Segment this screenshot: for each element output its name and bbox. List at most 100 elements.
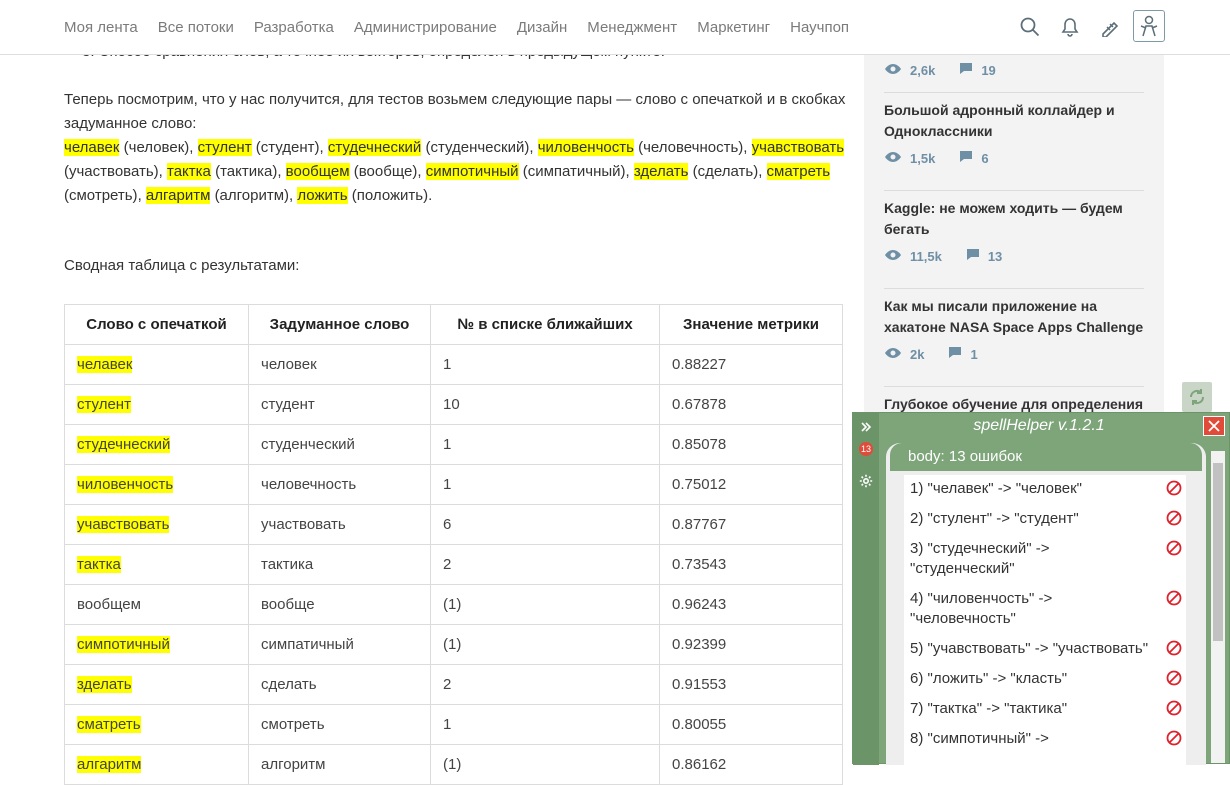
error-item[interactable]: 7) "тактка" -> "тактика": [904, 695, 1186, 725]
metric-cell: 0.92399: [659, 624, 843, 665]
error-text: 7) "тактка" -> "тактика": [910, 700, 1068, 717]
divider: [884, 190, 1144, 191]
typo-word: тактка: [77, 556, 121, 573]
eye-icon: [884, 151, 902, 166]
results-table: Слово с опечаткой Задуманное слово № в спи…: [64, 304, 843, 785]
nav-item[interactable]: Все потоки: [158, 19, 234, 36]
comments-group[interactable]: 19: [959, 62, 996, 78]
ignore-icon[interactable]: [1166, 540, 1182, 556]
ignore-icon[interactable]: [1166, 480, 1182, 496]
ignore-icon[interactable]: [1166, 700, 1182, 716]
post-meta: 2,6k 19: [884, 62, 1144, 78]
ignore-icon[interactable]: [1166, 640, 1182, 656]
typo-word: ложить: [297, 187, 348, 204]
typo-word: челавек: [64, 139, 120, 156]
user-icon[interactable]: [1133, 10, 1165, 42]
comments-group[interactable]: 13: [966, 248, 1002, 264]
comments-group[interactable]: 1: [948, 346, 978, 362]
nav-item[interactable]: Научпоп: [790, 19, 849, 36]
rank-cell: (1): [430, 744, 660, 785]
ignore-icon[interactable]: [1166, 510, 1182, 526]
typo-word: сматреть: [766, 163, 831, 180]
gear-icon[interactable]: [853, 467, 879, 495]
intended-cell: алгоритм: [248, 744, 431, 785]
comment-icon: [966, 248, 980, 264]
views-group: 2,6k: [884, 63, 935, 78]
pen-icon[interactable]: [1090, 10, 1130, 44]
post-title[interactable]: Большой адронный коллайдер и Одноклассни…: [884, 100, 1144, 142]
intended-cell: смотреть: [248, 704, 431, 745]
typo-cell: тактка: [64, 544, 249, 585]
sidebar-post[interactable]: Большой адронный коллайдер и Одноклассни…: [884, 100, 1144, 166]
error-text: 2) "стулент" -> "студент": [910, 510, 1079, 527]
nav-item[interactable]: Менеджмент: [587, 19, 677, 36]
rank-cell: 6: [430, 504, 660, 545]
scrollbar-thumb[interactable]: [1213, 463, 1223, 641]
refresh-icon[interactable]: [1182, 382, 1212, 412]
intended-word: (алгоритм): [214, 187, 290, 204]
table-row: студечнеский студенческий 1 0.85078: [64, 424, 843, 465]
views-group: 2k: [884, 347, 924, 362]
error-item[interactable]: 1) "челавек" -> "человек": [904, 475, 1186, 505]
typo-cell: чиловенчость: [64, 464, 249, 505]
metric-cell: 0.96243: [659, 584, 843, 625]
views-count: 2k: [910, 346, 925, 362]
article-body: 3. Способ сравнения слов, а точнее их ве…: [64, 40, 854, 208]
typo-word: вообщем: [77, 596, 141, 613]
divider: [884, 92, 1144, 93]
post-title[interactable]: Как мы писали приложение на хакатоне NAS…: [884, 296, 1144, 338]
views-count: 2,6k: [910, 62, 936, 78]
sidebar-post[interactable]: 2,6k 19: [884, 54, 1144, 78]
error-item[interactable]: 6) "ложить" -> "класть": [904, 665, 1186, 695]
intended-word: (положить).: [351, 187, 433, 204]
intended-word: (студенческий): [425, 139, 530, 156]
nav-item[interactable]: Администрирование: [354, 19, 497, 36]
comments-group[interactable]: 6: [959, 150, 989, 166]
views-group: 1,5k: [884, 151, 935, 166]
typo-word: сматреть: [77, 716, 141, 733]
eye-icon: [884, 63, 902, 78]
column-header: № в списке ближайших: [430, 304, 660, 345]
spellhelper-widget: 13 spellHelper v.1.2.1 body: 13 ошибок 1…: [852, 412, 1230, 765]
error-item[interactable]: 2) "стулент" -> "студент": [904, 505, 1186, 535]
error-item[interactable]: 4) "чиловенчость" -> "человечность": [904, 585, 1186, 635]
intended-word: (человечность): [638, 139, 744, 156]
nav-item[interactable]: Дизайн: [517, 19, 567, 36]
post-meta: 1,5k 6: [884, 150, 1144, 166]
typo-word: стулент: [197, 139, 252, 156]
table-row: симпотичный симпатичный (1) 0.92399: [64, 624, 843, 665]
table-row: алгаритм алгоритм (1) 0.86162: [64, 744, 843, 785]
comments-count: 19: [981, 62, 996, 78]
ignore-icon[interactable]: [1166, 590, 1182, 606]
typo-cell: вообщем: [64, 584, 249, 625]
table-row: вообщем вообще (1) 0.96243: [64, 584, 843, 625]
rank-cell: 1: [430, 704, 660, 745]
comment-icon: [948, 346, 962, 362]
error-item[interactable]: 8) "симпотичный" ->: [904, 725, 1186, 755]
typo-cell: челавек: [64, 344, 249, 385]
sidebar-post[interactable]: Kaggle: не можем ходить — будем бегать 11…: [884, 198, 1144, 264]
error-item[interactable]: 3) "студечнеский" -> "студенческий": [904, 535, 1186, 585]
errors-tab[interactable]: 13: [853, 435, 879, 463]
summary-label: Сводная таблица с результатами:: [64, 257, 300, 274]
table-row: челавек человек 1 0.88227: [64, 344, 843, 385]
close-button[interactable]: [1203, 416, 1225, 436]
ignore-icon[interactable]: [1166, 670, 1182, 686]
divider: [884, 386, 1144, 387]
nav-item[interactable]: Маркетинг: [697, 19, 770, 36]
sidebar-post[interactable]: Как мы писали приложение на хакатоне NAS…: [884, 296, 1144, 362]
post-title[interactable]: Kaggle: не можем ходить — будем бегать: [884, 198, 1144, 240]
typo-word: учавствовать: [77, 516, 170, 533]
error-item[interactable]: 5) "учавствовать" -> "участвовать": [904, 635, 1186, 665]
scrollbar[interactable]: [1211, 451, 1225, 763]
metric-cell: 0.91553: [659, 664, 843, 705]
intended-word: (смотреть): [64, 187, 138, 204]
post-meta: 2k 1: [884, 346, 1144, 362]
nav-item[interactable]: Разработка: [254, 19, 334, 36]
comment-icon: [959, 150, 973, 166]
nav-item[interactable]: Моя лента: [64, 19, 138, 36]
metric-cell: 0.67878: [659, 384, 843, 425]
ignore-icon[interactable]: [1166, 730, 1182, 746]
bell-icon[interactable]: [1050, 10, 1090, 44]
search-icon[interactable]: [1010, 10, 1050, 44]
